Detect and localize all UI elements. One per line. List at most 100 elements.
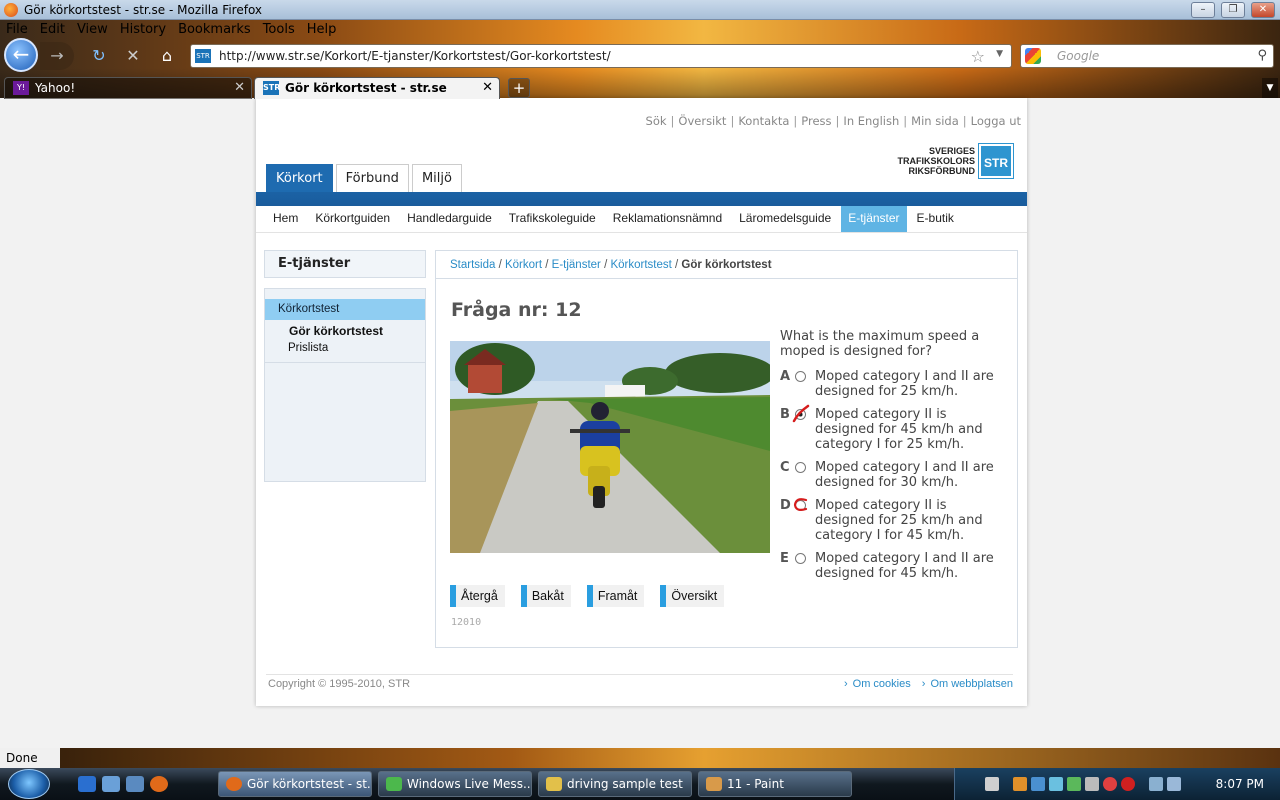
tab-miljo[interactable]: Miljö [411,164,462,192]
menu-history[interactable]: History [114,20,172,40]
oversikt-button[interactable]: Översikt [660,585,725,607]
clock[interactable]: 8:07 PM [1216,777,1264,791]
framat-button[interactable]: Framåt [586,585,645,607]
option-letter: C [780,460,790,475]
close-button[interactable]: ✕ [1251,2,1275,18]
subnav-korkortguiden[interactable]: Körkortguiden [308,206,397,232]
option-radio[interactable] [795,462,806,473]
content-panel: Startsida / Körkort / E-tjänster / Körko… [435,250,1018,648]
tray-app-icon[interactable] [1031,777,1045,791]
sidebar-heading: E-tjänster [264,250,426,278]
keyboard-icon[interactable] [985,777,999,791]
google-icon[interactable] [1025,48,1041,64]
tab-yahoo[interactable]: Y! Yahoo! ✕ [4,77,252,99]
stop-icon[interactable]: ✕ [122,42,144,70]
crumb-e-tjanster[interactable]: E-tjänster [552,259,601,271]
window-title: Gör körkortstest - str.se - Mozilla Fire… [24,3,263,17]
menu-file[interactable]: File [0,20,34,40]
url-bar[interactable]: STR http://www.str.se/Korkort/E-tjanster… [190,44,1012,68]
reload-icon[interactable]: ↻ [88,42,110,70]
show-desktop-icon[interactable] [102,776,120,792]
sidebar-item-gor-korkortstest[interactable]: Gör körkortstest [265,320,425,338]
divider [265,362,425,363]
tab-korkort[interactable]: Körkort [266,164,333,192]
start-button[interactable] [8,769,50,799]
link-om-cookies[interactable]: Om cookies [844,678,911,690]
question-image [450,341,770,553]
subnav-trafikskoleguide[interactable]: Trafikskoleguide [502,206,603,232]
subnav-e-tjanster[interactable]: E-tjänster [841,206,907,232]
subnav-laromedelsguide[interactable]: Läromedelsguide [732,206,838,232]
option-text: Moped category II is designed for 45 km/… [815,407,983,452]
subnav-e-butik[interactable]: E-butik [910,206,961,232]
link-in-english[interactable]: In English [843,114,899,128]
page-viewport: Sök | Översikt | Kontakta | Press | In English | M… [0,98,1280,748]
maximize-button[interactable]: ❐ [1221,2,1245,18]
taskbar-item-folder[interactable]: driving sample test [538,771,692,797]
tray-app-icon[interactable] [1013,777,1027,791]
subnav-hem[interactable]: Hem [266,206,305,232]
yahoo-icon: Y! [13,81,29,95]
tray-app-icon[interactable] [1049,777,1063,791]
sidebar-item-prislista[interactable]: Prislista [265,338,425,354]
link-logga-ut[interactable]: Logga ut [971,114,1021,128]
sidebar-item-korkortstest[interactable]: Körkortstest [265,299,425,320]
firefox-icon[interactable] [150,776,168,792]
back-button[interactable]: ← [4,38,38,72]
volume-icon[interactable] [1167,777,1181,791]
tab-forbund[interactable]: Förbund [335,164,409,192]
menu-tools[interactable]: Tools [257,20,301,40]
link-kontakta[interactable]: Kontakta [738,114,789,128]
subnav-reklamationsnamnd[interactable]: Reklamationsnämnd [606,206,729,232]
taskbar-item-messenger[interactable]: Windows Live Mess... [378,771,532,797]
divider [256,232,1027,233]
menu-bookmarks[interactable]: Bookmarks [172,20,257,40]
link-om-webbplatsen[interactable]: Om webbplatsen [922,678,1013,690]
new-tab-button[interactable]: + [508,78,530,98]
crumb-current: Gör körkortstest [681,259,772,271]
subnav-handledarguide[interactable]: Handledarguide [400,206,499,232]
option-radio[interactable] [795,553,806,564]
crumb-korkortstest[interactable]: Körkortstest [610,259,671,271]
crumb-korkort[interactable]: Körkort [505,259,542,271]
tab-gor-korkortstest[interactable]: STR Gör körkortstest - str.se ✕ [254,77,500,99]
internet-explorer-icon[interactable] [78,776,96,792]
menubar: File Edit View History Bookmarks Tools H… [0,20,342,40]
link-oversikt[interactable]: Översikt [678,114,726,128]
switch-windows-icon[interactable] [126,776,144,792]
network-icon[interactable] [1149,777,1163,791]
menu-view[interactable]: View [71,20,114,40]
minimize-button[interactable]: – [1191,2,1215,18]
red-check-mark-icon [792,404,810,423]
option-letter: E [780,551,789,566]
taskbar-item-firefox[interactable]: Gör körkortstest - st... [218,771,372,797]
menu-help[interactable]: Help [301,20,343,40]
taskbar-item-paint[interactable]: 11 - Paint [698,771,852,797]
tray-app-icon[interactable] [1121,777,1135,791]
search-bar[interactable]: Google ⚲ [1020,44,1274,68]
atergå-button[interactable]: Återgå [450,585,505,607]
bakat-button[interactable]: Bakåt [520,585,571,607]
tray-app-icon[interactable] [1103,777,1117,791]
link-sok[interactable]: Sök [646,114,667,128]
sub-navigation: Hem Körkortguiden Handledarguide Trafiks… [266,206,964,232]
crumb-startsida[interactable]: Startsida [450,259,495,271]
bookmark-star-icon[interactable]: ☆ [971,47,985,66]
link-press[interactable]: Press [801,114,831,128]
tab-close-icon[interactable]: ✕ [234,78,245,98]
list-all-tabs-icon[interactable]: ▼ [1262,78,1278,98]
messenger-icon[interactable] [1067,777,1081,791]
option-radio[interactable] [795,371,806,382]
logo-mark: STR [978,143,1014,179]
str-logo[interactable]: SVERIGES TRAFIKSKOLORS RIKSFÖRBUND STR [898,143,1014,179]
tab-close-icon[interactable]: ✕ [482,78,493,98]
question-title: Fråga nr: 12 [451,299,582,321]
tray-app-icon[interactable] [1085,777,1099,791]
search-icon[interactable]: ⚲ [1257,48,1267,63]
taskbar-item-label: 11 - Paint [727,777,784,791]
link-min-sida[interactable]: Min sida [911,114,959,128]
menu-edit[interactable]: Edit [34,20,71,40]
url-dropdown-icon[interactable]: ▼ [996,49,1003,59]
home-icon[interactable]: ⌂ [156,42,178,70]
forward-button[interactable]: → [40,42,74,70]
